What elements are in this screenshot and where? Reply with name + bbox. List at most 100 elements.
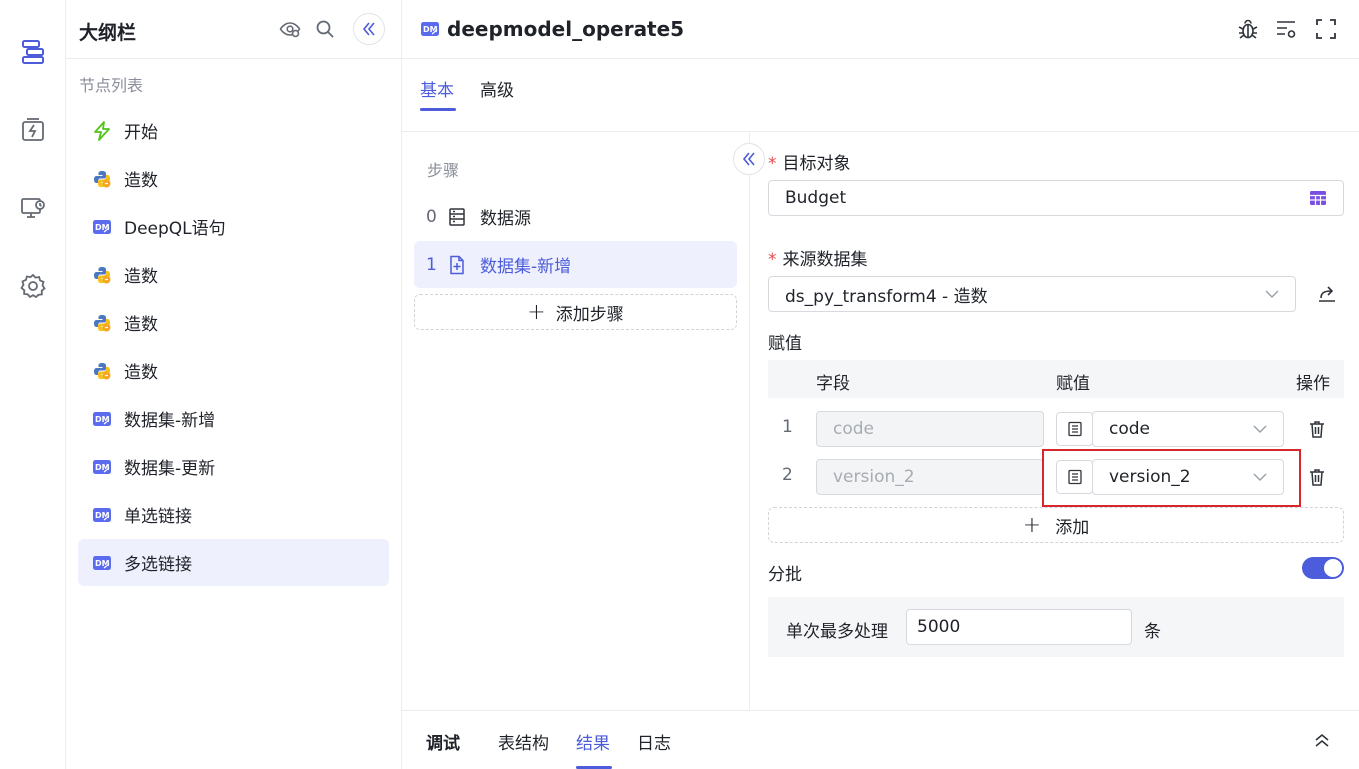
- outline-title: 大纲栏: [79, 22, 137, 44]
- dm-icon: DM: [92, 217, 112, 237]
- node-item[interactable]: 造数: [78, 347, 389, 394]
- source-dataset-value: ds_py_transform4 - 造数: [785, 286, 988, 307]
- add-row-label: 添加: [1055, 517, 1090, 538]
- field-input: version_2: [816, 459, 1044, 495]
- node-label: 造数: [124, 171, 158, 191]
- col-value: 赋值: [1056, 374, 1090, 394]
- chevron-down-icon: [1253, 473, 1267, 481]
- tab-advanced[interactable]: 高级: [480, 76, 514, 101]
- source-dataset-select[interactable]: ds_py_transform4 - 造数: [768, 276, 1296, 312]
- tab-log[interactable]: 日志: [637, 729, 671, 754]
- jump-link-icon[interactable]: [1315, 282, 1339, 306]
- assign-table-header: 字段 赋值 操作: [768, 360, 1344, 398]
- dm-icon: DM: [92, 505, 112, 525]
- step-item-dataset-add[interactable]: 1 数据集-新增: [414, 241, 737, 288]
- node-list-label: 节点列表: [79, 76, 144, 95]
- bottom-panel-tabs: 调试 表结构 结果 日志: [402, 710, 1359, 769]
- value-select[interactable]: code: [1092, 411, 1284, 447]
- target-object-label: * 目标对象: [768, 154, 851, 174]
- tab-basic[interactable]: 基本: [420, 76, 454, 101]
- node-item[interactable]: DM 数据集-更新: [78, 443, 389, 490]
- datasource-icon: [446, 206, 468, 228]
- tab-debug[interactable]: 调试: [426, 729, 460, 754]
- node-item[interactable]: DM 单选链接: [78, 491, 389, 538]
- expression-toggle-button[interactable]: [1056, 412, 1093, 446]
- file-add-icon: [446, 254, 468, 276]
- delete-row-icon[interactable]: [1305, 465, 1329, 489]
- outline-panel: 大纲栏 节点列表 开始 造数 DM DeepQL语句 造数 造数 造数 DM 数…: [66, 0, 402, 769]
- step-item-datasource[interactable]: 0 数据源: [414, 193, 737, 240]
- row-number: 2: [782, 465, 793, 485]
- eye-settings-icon[interactable]: [278, 17, 302, 41]
- config-tabs: 基本 高级: [402, 59, 1359, 132]
- step-form: * 目标对象 Budget * 来源数据集 ds_py_transform4 - 造…: [750, 132, 1359, 710]
- expand-up-icon[interactable]: [1313, 731, 1331, 749]
- table-grid-icon[interactable]: [1309, 190, 1327, 206]
- node-label: 多选链接: [124, 555, 192, 575]
- node-label: 数据集-新增: [124, 411, 216, 431]
- node-item[interactable]: DM 数据集-新增: [78, 395, 389, 442]
- node-item[interactable]: 造数: [78, 251, 389, 298]
- row-number: 1: [782, 417, 793, 437]
- collapse-outline-button[interactable]: [353, 13, 385, 45]
- node-label: 开始: [124, 123, 158, 143]
- add-assign-row-button[interactable]: + 添加: [768, 507, 1344, 543]
- batch-settings: 单次最多处理 5000 条: [768, 597, 1344, 657]
- target-object-input[interactable]: Budget: [768, 180, 1344, 216]
- list-settings-icon[interactable]: [1274, 17, 1298, 41]
- add-step-button[interactable]: + 添加步骤: [414, 294, 737, 330]
- chevron-down-icon: [1253, 425, 1267, 433]
- plus-icon: +: [1022, 512, 1042, 538]
- batch-max-input[interactable]: 5000: [906, 609, 1132, 645]
- chevron-down-icon: [1265, 290, 1279, 298]
- node-label: 造数: [124, 315, 158, 335]
- svg-text:DM: DM: [95, 463, 110, 472]
- monitor-icon[interactable]: [17, 192, 49, 224]
- svg-text:DM: DM: [95, 559, 110, 568]
- main-panel: DM deepmodel_operate5 基本 高级 步骤 0 数据源 1 数…: [402, 0, 1359, 769]
- step-label: 数据集-新增: [480, 257, 572, 277]
- field-input: code: [816, 411, 1044, 447]
- svg-text:DM: DM: [423, 25, 438, 34]
- trigger-box-icon[interactable]: [17, 114, 49, 146]
- assign-label: 赋值: [768, 334, 802, 354]
- dm-icon: DM: [92, 409, 112, 429]
- outline-icon[interactable]: [17, 36, 49, 68]
- node-label: 造数: [124, 267, 158, 287]
- node-item[interactable]: 造数: [78, 299, 389, 346]
- bug-icon[interactable]: [1236, 17, 1260, 41]
- node-label: 数据集-更新: [124, 459, 216, 479]
- batch-max-label: 单次最多处理: [786, 622, 888, 642]
- expression-toggle-button[interactable]: [1056, 460, 1093, 494]
- search-icon[interactable]: [313, 17, 337, 41]
- dm-icon: DM: [420, 19, 440, 39]
- value-select[interactable]: version_2: [1092, 459, 1284, 495]
- node-item[interactable]: DM DeepQL语句: [78, 203, 389, 250]
- dm-icon: DM: [92, 553, 112, 573]
- node-item-start[interactable]: 开始: [78, 107, 389, 154]
- batch-unit: 条: [1144, 622, 1161, 642]
- source-dataset-label: * 来源数据集: [768, 250, 868, 270]
- python-icon: [92, 169, 112, 189]
- dm-icon: DM: [92, 457, 112, 477]
- node-item[interactable]: 造数: [78, 155, 389, 202]
- svg-text:DM: DM: [95, 511, 110, 520]
- left-rail: [0, 0, 66, 769]
- batch-toggle[interactable]: [1302, 557, 1344, 579]
- plus-icon: +: [527, 299, 546, 325]
- python-icon: [92, 313, 112, 333]
- steps-label: 步骤: [427, 161, 460, 180]
- tab-result[interactable]: 结果: [576, 729, 610, 754]
- delete-row-icon[interactable]: [1305, 417, 1329, 441]
- svg-text:DM: DM: [95, 223, 110, 232]
- tab-table-structure[interactable]: 表结构: [498, 729, 549, 754]
- outline-header: 大纲栏: [66, 0, 402, 59]
- node-header: DM deepmodel_operate5: [402, 0, 1359, 59]
- tab-underline: [420, 108, 456, 111]
- node-item-active[interactable]: DM 多选链接: [78, 539, 389, 586]
- python-icon: [92, 265, 112, 285]
- fullscreen-icon[interactable]: [1314, 17, 1338, 41]
- settings-icon[interactable]: [17, 270, 49, 302]
- batch-label: 分批: [768, 565, 802, 585]
- node-label: DeepQL语句: [124, 219, 226, 239]
